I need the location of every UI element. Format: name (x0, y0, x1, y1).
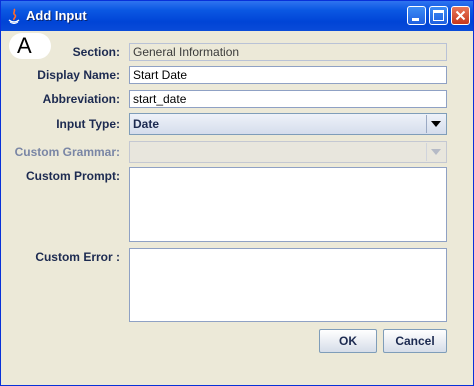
close-icon (455, 10, 466, 21)
app-icon (7, 8, 21, 24)
cancel-button[interactable]: Cancel (383, 329, 447, 353)
custom-error-textarea[interactable] (129, 248, 447, 322)
ok-button[interactable]: OK (319, 329, 377, 353)
add-input-dialog: Add Input A Section: General Information… (0, 0, 474, 386)
window-title: Add Input (26, 8, 87, 23)
section-field: General Information (129, 43, 447, 61)
custom-grammar-select[interactable] (129, 141, 447, 163)
input-type-dropdown-button[interactable] (426, 115, 445, 133)
input-type-select[interactable]: Date (129, 113, 447, 135)
maximize-icon (433, 10, 444, 21)
custom-error-label: Custom Error : (35, 250, 120, 264)
dropdown-arrow-icon (431, 149, 441, 155)
annotation-marker: A (9, 33, 51, 59)
custom-prompt-label: Custom Prompt: (26, 169, 120, 183)
abbreviation-field[interactable]: start_date (129, 90, 447, 108)
dropdown-arrow-icon (431, 121, 441, 127)
close-button[interactable] (451, 6, 470, 25)
display-name-field[interactable]: Start Date (129, 66, 447, 84)
custom-grammar-label: Custom Grammar: (14, 145, 120, 159)
display-name-label: Display Name: (37, 68, 120, 82)
custom-prompt-textarea[interactable] (129, 167, 447, 242)
maximize-button[interactable] (429, 6, 448, 25)
input-type-value: Date (133, 117, 160, 131)
minimize-icon (412, 18, 419, 21)
minimize-button[interactable] (407, 6, 426, 25)
section-label: Section: (72, 45, 120, 59)
custom-grammar-dropdown-button[interactable] (426, 143, 445, 161)
title-bar[interactable]: Add Input (1, 1, 473, 31)
abbreviation-label: Abbreviation: (42, 92, 120, 106)
input-type-label: Input Type: (56, 117, 120, 131)
